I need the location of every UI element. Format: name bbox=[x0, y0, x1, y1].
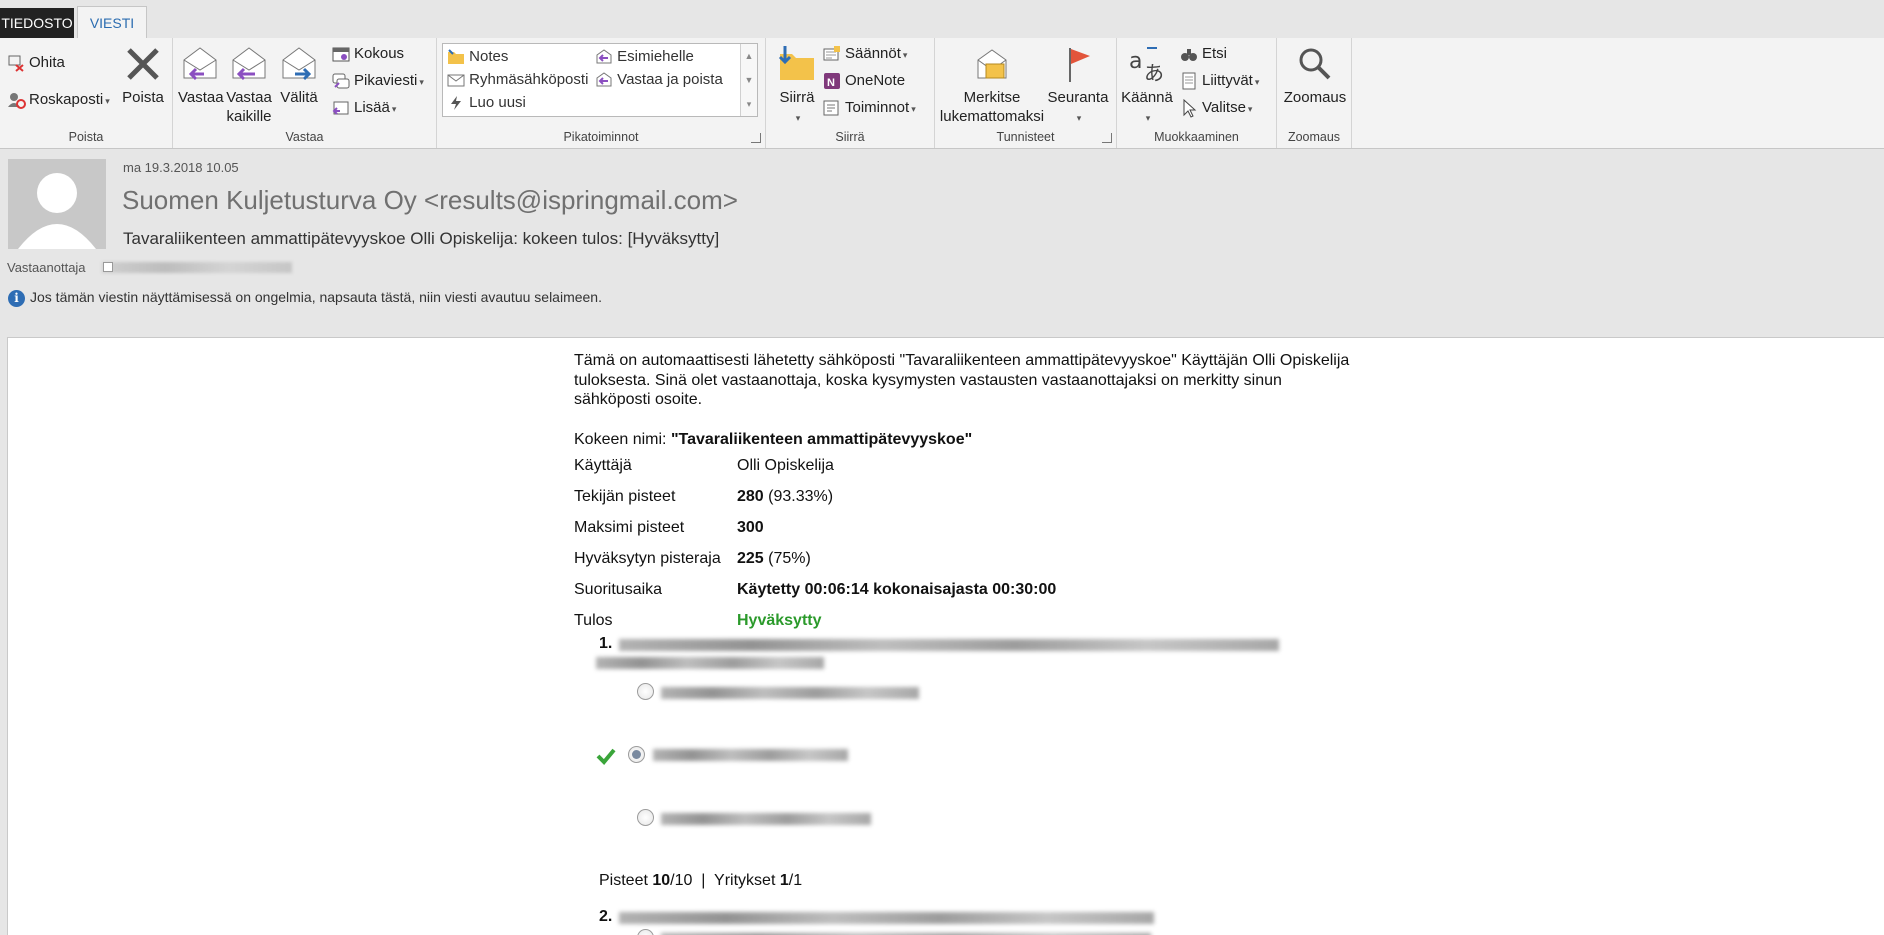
message-content: Tämä on automaattisesti lähetetty sähköp… bbox=[574, 351, 1354, 935]
avatar bbox=[8, 159, 106, 249]
group-tags: Merkitse lukemattomaksi Seuranta ▾ Tunnist… bbox=[935, 38, 1117, 148]
tab-file[interactable]: TIEDOSTO bbox=[0, 8, 74, 38]
mark-unread-icon bbox=[977, 49, 1007, 79]
select-button[interactable]: Valitse ▾ bbox=[1179, 98, 1252, 118]
related-icon bbox=[1182, 72, 1196, 90]
follow-up-button[interactable]: Seuranta ▾ bbox=[1047, 44, 1109, 128]
quicksteps-gallery: Notes Esimiehelle Ryhmäsähköposti Vastaa… bbox=[442, 43, 758, 117]
onenote-button[interactable]: N OneNote bbox=[822, 71, 905, 91]
related-button[interactable]: Liittyvät ▾ bbox=[1179, 71, 1259, 91]
info-bar[interactable]: i Jos tämän viestin näyttämisessä on onge… bbox=[8, 289, 602, 307]
im-button[interactable]: Pikaviesti ▾ bbox=[331, 71, 424, 91]
answer-radio[interactable] bbox=[637, 683, 654, 700]
recipient-label: Vastaanottaja bbox=[7, 260, 86, 275]
team-email-icon bbox=[447, 74, 465, 87]
quickstep-notes[interactable]: Notes bbox=[447, 48, 508, 65]
junk-button[interactable]: Roskaposti ▾ bbox=[6, 90, 110, 110]
answer-radio[interactable] bbox=[637, 809, 654, 826]
lightning-icon bbox=[451, 96, 461, 111]
reply-button[interactable]: Vastaa bbox=[178, 44, 224, 107]
cursor-icon bbox=[1183, 98, 1197, 118]
rules-button[interactable]: Säännöt ▾ bbox=[822, 44, 907, 64]
info-icon: i bbox=[8, 289, 25, 307]
group-zoom: Zoomaus Zoomaus bbox=[1277, 38, 1352, 148]
question-text-redacted bbox=[619, 639, 1279, 651]
svg-text:a: a bbox=[1129, 49, 1142, 74]
quickstep-reply-delete[interactable]: Vastaa ja poista bbox=[595, 71, 723, 88]
answer-text-redacted bbox=[653, 749, 848, 761]
quicksteps-scrollbar[interactable]: ▲ ▼ ▾ bbox=[740, 44, 757, 116]
group-delete: Ohita Roskaposti ▾ Poista Poista bbox=[0, 38, 173, 148]
exam-name: "Tavaraliikenteen ammattipätevyyskoe" bbox=[670, 431, 973, 448]
group-quicksteps: Notes Esimiehelle Ryhmäsähköposti Vastaa… bbox=[437, 38, 766, 148]
actions-button[interactable]: Toiminnot ▾ bbox=[822, 98, 916, 118]
meeting-icon bbox=[332, 47, 350, 62]
group-respond: Vastaa Vastaa kaikille Välitä Kokous Pika… bbox=[173, 38, 437, 148]
im-icon bbox=[332, 73, 350, 89]
svg-text:N: N bbox=[827, 77, 835, 89]
translate-button[interactable]: aあ Käännä ▾ bbox=[1121, 44, 1173, 128]
question-number: 2. bbox=[599, 908, 613, 925]
scroll-down-icon[interactable]: ▼ bbox=[741, 68, 757, 92]
reply-delete-icon bbox=[596, 72, 612, 87]
message-body: Tämä on automaattisesti lähetetty sähköp… bbox=[7, 337, 1884, 935]
sender[interactable]: Suomen Kuljetusturva Oy <results@ispring… bbox=[122, 185, 738, 216]
tab-message[interactable]: VIESTI bbox=[77, 6, 147, 39]
translate-icon: aあ bbox=[1129, 47, 1164, 84]
move-button[interactable]: Siirrä ▾ bbox=[770, 44, 824, 128]
subject: Tavaraliikenteen ammattipätevyyskoe Olli… bbox=[123, 229, 720, 248]
scroll-up-icon[interactable]: ▲ bbox=[741, 44, 757, 68]
recipient-redacted[interactable] bbox=[102, 262, 292, 273]
zoom-button[interactable]: Zoomaus bbox=[1281, 44, 1349, 107]
exam-label: Kokeen nimi: "Tavaraliikenteen ammattipä… bbox=[574, 431, 973, 448]
more-icon bbox=[332, 101, 349, 115]
answer-radio[interactable] bbox=[637, 929, 654, 935]
quickstep-create-new[interactable]: Luo uusi bbox=[447, 94, 526, 111]
to-manager-icon bbox=[596, 49, 612, 64]
message-date: ma 19.3.2018 10.05 bbox=[123, 160, 239, 175]
folder-icon bbox=[448, 49, 464, 65]
quickstep-team-email[interactable]: Ryhmäsähköposti bbox=[447, 71, 588, 88]
ribbon-tabs: TIEDOSTO VIESTI bbox=[0, 0, 1884, 39]
group-move: Siirrä ▾ Säännöt ▾ N OneNote Toiminnot ▾ Sii… bbox=[766, 38, 935, 148]
question-text-redacted bbox=[596, 657, 824, 669]
result-status: Hyväksytty bbox=[737, 612, 822, 629]
more-button[interactable]: Lisää ▾ bbox=[331, 98, 396, 118]
message-header: ma 19.3.2018 10.05 Suomen Kuljetusturva … bbox=[0, 149, 1884, 337]
reply-all-button[interactable]: Vastaa kaikille bbox=[225, 44, 273, 126]
find-button[interactable]: Etsi bbox=[1179, 44, 1227, 64]
mark-unread-button[interactable]: Merkitse lukemattomaksi bbox=[937, 44, 1047, 126]
ribbon: Ohita Roskaposti ▾ Poista Poista Vastaa V… bbox=[0, 38, 1884, 149]
flag-icon bbox=[1069, 48, 1090, 82]
ignore-button[interactable]: Ohita bbox=[6, 53, 65, 73]
expand-gallery-icon[interactable]: ▾ bbox=[741, 92, 757, 116]
meeting-button[interactable]: Kokous bbox=[331, 44, 404, 64]
actions-icon bbox=[823, 100, 839, 116]
reply-all-icon bbox=[232, 47, 266, 81]
group-editing: aあ Käännä ▾ Etsi Liittyvät ▾ Valitse ▾ Muok… bbox=[1117, 38, 1277, 148]
junk-icon bbox=[8, 93, 26, 109]
forward-icon bbox=[282, 47, 316, 81]
intro-text: Tämä on automaattisesti lähetetty sähköp… bbox=[574, 352, 1350, 408]
onenote-icon: N bbox=[824, 73, 840, 89]
binoculars-icon bbox=[1181, 49, 1197, 61]
rules-icon bbox=[823, 46, 840, 61]
question-number: 1. bbox=[599, 635, 613, 652]
magnifier-icon bbox=[1299, 48, 1331, 80]
answer-text-redacted bbox=[661, 813, 871, 825]
answer-radio-selected[interactable] bbox=[628, 746, 645, 763]
correct-check-icon bbox=[596, 748, 616, 765]
reply-icon bbox=[183, 47, 217, 81]
forward-button[interactable]: Välitä bbox=[277, 44, 321, 107]
move-folder-icon bbox=[778, 46, 814, 80]
delete-icon bbox=[127, 48, 159, 80]
person-icon bbox=[18, 173, 96, 249]
ignore-icon bbox=[8, 55, 24, 72]
recipient-presence-icon bbox=[103, 262, 113, 272]
quickstep-to-manager[interactable]: Esimiehelle bbox=[595, 48, 694, 65]
answer-text-redacted bbox=[661, 687, 919, 699]
svg-text:あ: あ bbox=[1144, 61, 1164, 84]
question-text-redacted bbox=[619, 912, 1154, 924]
delete-button[interactable]: Poista bbox=[118, 44, 168, 107]
